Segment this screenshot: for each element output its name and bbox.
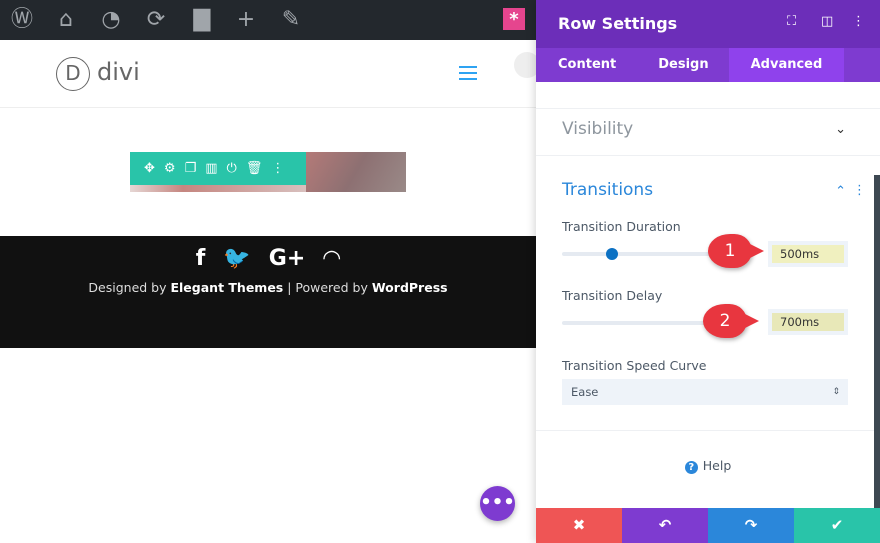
speed-curve-select[interactable]: Ease ⇕ [562, 379, 848, 405]
elegant-themes-link[interactable]: Elegant Themes [170, 280, 283, 295]
speed-curve-value: Ease [571, 385, 599, 399]
admin-bar [0, 0, 536, 40]
expand-icon[interactable]: ⛶ [787, 14, 796, 29]
duration-slider-handle[interactable] [605, 248, 618, 260]
row-settings-panel: Row Settings ⛶ ◫ ⋮ Content Design Advanc… [536, 0, 880, 543]
facebook-icon[interactable]: f [196, 246, 206, 271]
logo[interactable]: D [56, 57, 90, 91]
credits-text: | Powered by [283, 280, 372, 295]
help-icon: ? [684, 461, 698, 474]
select-arrows-icon: ⇕ [832, 387, 840, 397]
annotation-1: 1 [708, 234, 764, 268]
delay-input[interactable]: 700ms [768, 309, 848, 335]
delete-icon[interactable]: 🗑 [246, 161, 263, 176]
chevron-down-icon[interactable]: ⌄ [835, 122, 846, 137]
visibility-section-toggle[interactable]: Visibility [562, 119, 633, 139]
social-icons: f 🐦 G+ ◠ [0, 246, 536, 271]
dashboard-icon[interactable]: ◔ [97, 6, 125, 34]
logo-text[interactable]: divi [97, 58, 140, 86]
duration-input[interactable]: 500ms [768, 241, 848, 267]
delay-value[interactable]: 700ms [772, 313, 844, 331]
more-icon[interactable]: ⋮ [852, 14, 865, 29]
tab-bar: Content Design Advanced [536, 48, 880, 82]
scrollbar[interactable] [874, 175, 880, 508]
discard-button[interactable]: ✖ [536, 508, 622, 543]
row-image [130, 185, 306, 192]
save-icon[interactable]: ⏻ [227, 161, 237, 176]
comments-icon[interactable]: ▇ [188, 6, 216, 34]
help-label: Help [702, 458, 732, 473]
annotation-2: 2 [703, 304, 759, 338]
split-view-icon[interactable]: ◫ [821, 14, 833, 29]
tab-content[interactable]: Content [536, 48, 638, 82]
delay-label: Transition Delay [562, 288, 663, 303]
more-icon[interactable]: ⋮ [271, 161, 284, 176]
save-button[interactable]: ✔ [794, 508, 880, 543]
my-sites-icon[interactable]: ⌂ [52, 6, 80, 34]
credits-text: Designed by [88, 280, 171, 295]
builder-menu-button[interactable]: ••• [480, 486, 515, 521]
row-image [306, 152, 406, 192]
duration-value[interactable]: 500ms [772, 245, 844, 263]
help-link[interactable]: ? Help [536, 458, 880, 474]
google-plus-icon[interactable]: G+ [269, 246, 306, 271]
chevron-up-icon[interactable]: ⌃ [835, 184, 846, 199]
columns-icon[interactable]: ▥ [205, 161, 217, 176]
curve-label: Transition Speed Curve [562, 358, 707, 373]
wordpress-link[interactable]: WordPress [372, 280, 448, 295]
rss-icon[interactable]: ◠ [323, 246, 340, 271]
new-icon[interactable]: + [232, 6, 260, 34]
section-more-icon[interactable]: ⋮ [853, 183, 866, 198]
move-icon[interactable]: ✥ [144, 161, 155, 176]
row-toolbar: ✥ ⚙ ❐ ▥ ⏻ 🗑 ⋮ [130, 152, 306, 185]
transitions-section-toggle[interactable]: Transitions [562, 180, 653, 200]
undo-button[interactable]: ↶ [622, 508, 708, 543]
duplicate-icon[interactable]: ❐ [185, 161, 197, 176]
menu-icon[interactable] [459, 66, 477, 84]
edit-icon[interactable]: ✎ [277, 6, 305, 34]
twitter-icon[interactable]: 🐦 [223, 246, 250, 271]
panel-actions: ✖ ↶ ↷ ✔ [536, 508, 880, 543]
tab-advanced[interactable]: Advanced [728, 48, 845, 82]
panel-title: Row Settings [558, 14, 678, 33]
duration-label: Transition Duration [562, 219, 681, 234]
wordpress-icon[interactable]: Ⓦ [8, 6, 36, 34]
settings-icon[interactable]: ⚙ [164, 161, 176, 176]
tab-design[interactable]: Design [638, 48, 728, 82]
footer-credits: Designed by Elegant Themes | Powered by … [0, 280, 536, 295]
divi-asterisk-icon[interactable]: * [503, 8, 525, 30]
updates-icon[interactable]: ⟳ [142, 6, 170, 34]
redo-button[interactable]: ↷ [708, 508, 794, 543]
